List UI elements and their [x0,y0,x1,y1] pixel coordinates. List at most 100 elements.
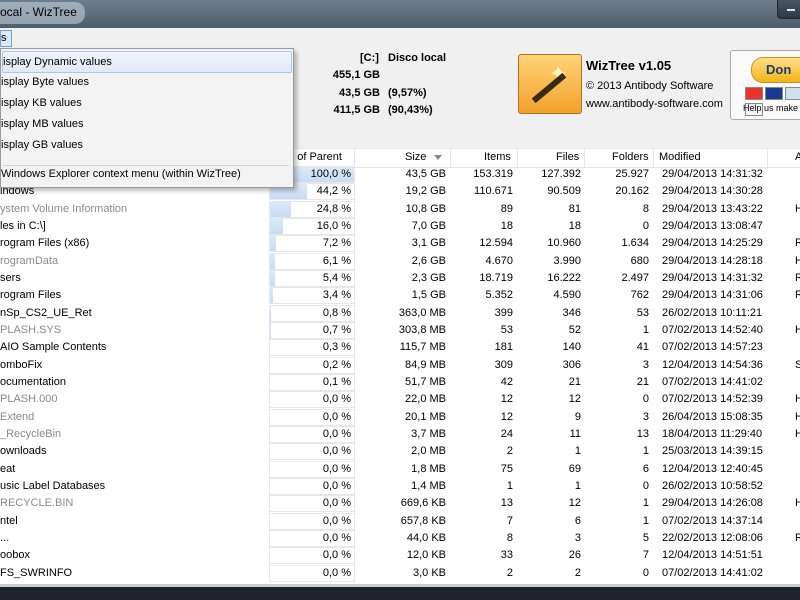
row-files: 6 [574,514,581,527]
row-folders: 762 [630,289,649,302]
table-row[interactable]: ntel 0,0 % 657,8 KB 7 6 1 07/02/2013 14:37:14 [0,512,800,530]
table-row[interactable]: ystem Volume Information 24,8 % 10,8 GB 89 8… [0,200,800,218]
menu-item-options[interactable]: s [0,30,12,47]
row-size: 657,8 KB [400,514,446,527]
row-modified: 18/04/2013 11:29:40 [662,427,763,440]
percent-bar: 0,7 % [269,321,355,339]
row-files: 10.960 [547,237,581,250]
row-items: 75 [500,462,513,475]
col-size[interactable]: Size [405,151,443,163]
row-percent: 0,0 % [322,410,351,423]
table-row[interactable]: usic Label Databases 0,0 % 1,4 MB 1 1 0 26/02/… [0,477,800,495]
row-name: omboFix [0,358,43,371]
percent-bar-fill [270,201,291,217]
table-row[interactable]: oobox 0,0 % 12,0 KB 33 26 7 12/04/2013 14:51:5… [0,547,800,565]
row-size: 44,0 KB [406,531,446,544]
row-size: 19,2 GB [405,185,446,198]
row-size: 669,6 KB [400,497,446,510]
menu-display-kb[interactable]: isplay KB values [1,93,291,113]
row-size: 51,7 MB [405,375,446,388]
row-items: 7 [506,514,513,527]
table-row[interactable]: PLASH.SYS 0,7 % 303,8 MB 53 52 1 07/02/2013 14… [0,321,800,339]
row-files: 81 [568,202,581,215]
table-row[interactable]: ownloads 0,0 % 2,0 MB 2 1 1 25/03/2013 14:39:1… [0,443,800,461]
col-files[interactable]: Files [556,151,579,163]
row-name: oobox [0,549,30,562]
table-row[interactable]: omboFix 0,2 % 84,9 MB 309 306 3 12/04/2013 14:… [0,356,800,374]
row-items: 181 [494,341,513,354]
row-size: 12,0 KB [406,549,446,562]
col-attributes[interactable]: A [795,151,800,163]
row-files: 9 [574,410,581,423]
table-row[interactable]: FS_SWRINFO 0,0 % 3,0 KB 2 2 0 07/02/2013 14:41… [0,564,800,582]
col-modified[interactable]: Modified [659,151,701,163]
menu-display-dynamic[interactable]: isplay Dynamic values [2,51,292,73]
row-percent: 0,0 % [322,445,351,458]
drive-free: 411,5 GB [333,104,380,116]
row-folders: 6 [642,462,649,475]
row-percent: 0,7 % [322,323,351,336]
table-row[interactable]: PLASH.000 0,0 % 22,0 MB 12 12 0 07/02/2013 14:… [0,391,800,409]
percent-bar: 24,8 % [269,200,355,218]
row-size: 1,8 MB [411,462,446,475]
row-attributes: H [795,323,800,336]
percent-bar: 0,0 % [269,512,355,530]
table-row[interactable]: rogram Files (x86) 7,2 % 3,1 GB 12.594 10.96… [0,235,800,253]
row-attributes: R [795,289,800,302]
row-items: 309 [494,358,513,371]
drive-used-pct: (9,57%) [388,87,427,99]
row-folders: 13 [636,427,649,440]
percent-bar: 6,1 % [269,252,355,270]
row-attributes: R [795,531,800,544]
table-row[interactable]: ocumentation 0,1 % 51,7 MB 42 21 21 07/02/2013… [0,373,800,391]
menu-display-byte[interactable]: isplay Byte values [1,72,291,92]
brand-name: WizTree v1.05 [586,58,672,73]
row-size: 1,4 MB [411,479,446,492]
row-folders: 21 [636,375,649,388]
row-name: ocumentation [0,375,67,388]
row-name: usic Label Databases [0,479,106,492]
brand-url[interactable]: www.antibody-software.com [586,98,723,110]
row-modified: 29/04/2013 14:28:18 [662,254,763,267]
table-row[interactable]: rogram Files 3,4 % 1,5 GB 5.352 4.590 762 29/0… [0,287,800,305]
percent-bar-fill [270,322,271,338]
table-row[interactable]: eat 0,0 % 1,8 MB 75 69 6 12/04/2013 12:40:45 [0,460,800,478]
table-row[interactable]: rogramData 6,1 % 2,6 GB 4.670 3.990 680 29/04/… [0,252,800,270]
table-row[interactable]: Extend 0,0 % 20,1 MB 12 9 3 26/04/2013 15:08:3… [0,408,800,426]
row-folders: 0 [642,566,649,579]
col-folders[interactable]: Folders [612,151,649,163]
menu-bar: s [0,28,800,49]
row-items: 399 [494,306,513,319]
table-row[interactable]: sers 5,4 % 2,3 GB 18.719 16.222 2.497 29/04/20… [0,269,800,287]
row-files: 16.222 [547,271,581,284]
donate-button[interactable]: Don Help us make [730,50,800,120]
row-items: 42 [500,375,513,388]
row-attributes: S [795,358,800,371]
menu-display-mb[interactable]: isplay MB values [1,114,291,134]
menu-label: isplay GB values [1,139,83,151]
percent-bar-fill [270,236,277,252]
row-files: 346 [562,306,581,319]
table-row[interactable]: les in C:\] 16,0 % 7,0 GB 18 18 0 29/04/2013 1… [0,217,800,235]
table-row[interactable]: RECYCLE.BIN 0,0 % 669,6 KB 13 12 1 29/04/2013 … [0,495,800,513]
table-row[interactable]: ... 0,0 % 44,0 KB 8 3 5 22/02/2013 12:08:06 R [0,529,800,547]
row-modified: 07/02/2013 14:52:40 [662,323,763,336]
row-percent: 0,3 % [322,341,351,354]
col-items[interactable]: Items [484,151,511,163]
row-percent: 100,0 % [310,168,351,180]
percent-bar: 0,0 % [269,495,355,513]
table-row[interactable]: nSp_CS2_UE_Ret 0,8 % 363,0 MB 399 346 53 26/02… [0,304,800,322]
row-files: 3.990 [553,254,581,267]
title-glow: ocal - WizTree [0,2,85,24]
table-row[interactable]: _RecycleBin 0,0 % 3,7 MB 24 11 13 18/04/2013 1… [0,425,800,443]
menu-explorer-context[interactable]: Windows Explorer context menu (within Wi… [1,164,291,184]
row-attributes: H [795,497,800,510]
table-row[interactable]: AIO Sample Contents 0,3 % 115,7 MB 181 140 41… [0,339,800,357]
row-folders: 20.162 [615,185,649,198]
col-separator [517,149,518,167]
minimize-button[interactable] [777,0,800,19]
percent-bar: 0,1 % [269,373,355,391]
row-items: 5.352 [485,289,513,302]
row-items: 33 [500,549,513,562]
menu-display-gb[interactable]: isplay GB values [1,135,291,155]
